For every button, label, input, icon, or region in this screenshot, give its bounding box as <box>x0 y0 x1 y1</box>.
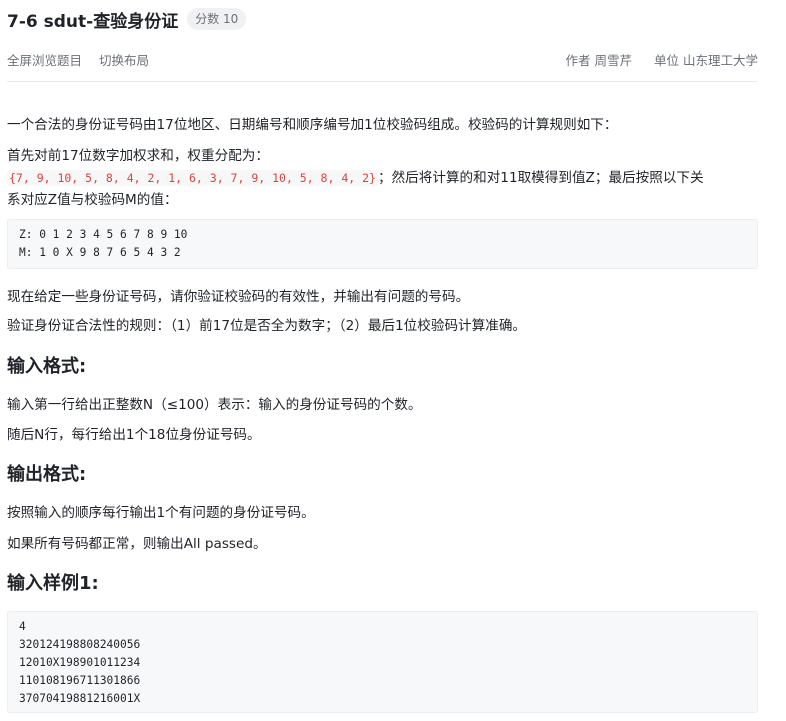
score-badge: 分数 10 <box>187 8 247 30</box>
page-title: 7-6 sdut-查验身份证 <box>7 11 179 32</box>
input-format-paragraph: 随后N行，每行给出1个18位身份证号码。 <box>7 427 261 443</box>
unit-info: 单位 山东理工大学 <box>654 53 758 68</box>
view-options: 全屏浏览题目 切换布局 <box>7 50 162 69</box>
sample-input-heading: 输入样例1: <box>7 573 99 594</box>
problem-meta: 作者 周雪芹 单位 山东理工大学 <box>547 50 758 69</box>
switch-layout-link[interactable]: 切换布局 <box>99 53 149 68</box>
fullscreen-link[interactable]: 全屏浏览题目 <box>7 53 82 68</box>
meta-row: 全屏浏览题目 切换布局 作者 周雪芹 单位 山东理工大学 <box>7 50 758 70</box>
author-value: 周雪芹 <box>594 53 632 68</box>
weights-inline-code: {7, 9, 10, 5, 8, 4, 2, 1, 6, 3, 7, 9, 10… <box>7 170 378 186</box>
sample-input-code-block[interactable]: 4 320124198808240056 12010X198901011234 … <box>7 611 758 713</box>
description-paragraph: 一个合法的身份证号码由17位地区、日期编号和顺序编号加1位校验码组成。校验码的计… <box>7 117 618 133</box>
author-key: 作者 <box>565 53 591 68</box>
output-format-heading: 输出格式: <box>7 464 87 485</box>
input-format-paragraph: 输入第一行给出正整数N（≤100）表示：输入的身份证号码的个数。 <box>7 397 422 413</box>
description-paragraph: 系对应Z值与校验码M的值： <box>7 192 178 208</box>
description-paragraph: 验证身份证合法性的规则：（1）前17位是否全为数字；（2）最后1位校验码计算准确… <box>7 318 527 334</box>
mapping-code-block: Z: 0 1 2 3 4 5 6 7 8 9 10 M: 1 0 X 9 8 7… <box>7 219 758 269</box>
description-text: ；然后将计算的和对11取模得到值Z；最后按照以下关 <box>377 170 704 186</box>
description-paragraph: 首先对前17位数字加权求和，权重分配为： <box>7 148 269 164</box>
title-row: 7-6 sdut-查验身份证 分数 10 <box>7 7 247 32</box>
description-paragraph: {7, 9, 10, 5, 8, 4, 2, 1, 6, 3, 7, 9, 10… <box>7 167 758 189</box>
unit-value: 山东理工大学 <box>682 53 758 68</box>
description-paragraph: 现在给定一些身份证号码，请你验证校验码的有效性，并输出有问题的号码。 <box>7 289 470 305</box>
output-format-paragraph: 按照输入的顺序每行输出1个有问题的身份证号码。 <box>7 505 315 521</box>
author-info: 作者 周雪芹 <box>565 53 636 68</box>
input-format-heading: 输入格式: <box>7 356 87 377</box>
output-format-paragraph: 如果所有号码都正常，则输出All passed。 <box>7 536 267 552</box>
header-divider <box>7 81 758 82</box>
unit-key: 单位 <box>653 53 679 68</box>
